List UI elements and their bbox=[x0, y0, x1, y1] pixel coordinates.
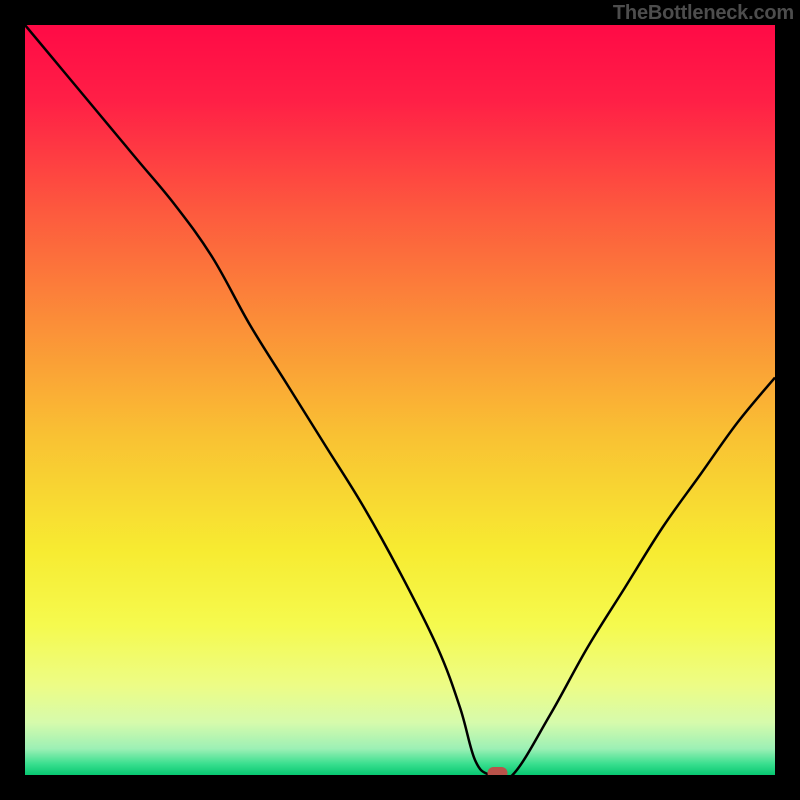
minimum-marker bbox=[488, 767, 508, 775]
watermark-text: TheBottleneck.com bbox=[613, 2, 794, 25]
bottleneck-chart bbox=[25, 25, 775, 775]
gradient-background bbox=[25, 25, 775, 775]
plot-area bbox=[25, 25, 775, 775]
chart-frame: TheBottleneck.com bbox=[0, 0, 800, 800]
